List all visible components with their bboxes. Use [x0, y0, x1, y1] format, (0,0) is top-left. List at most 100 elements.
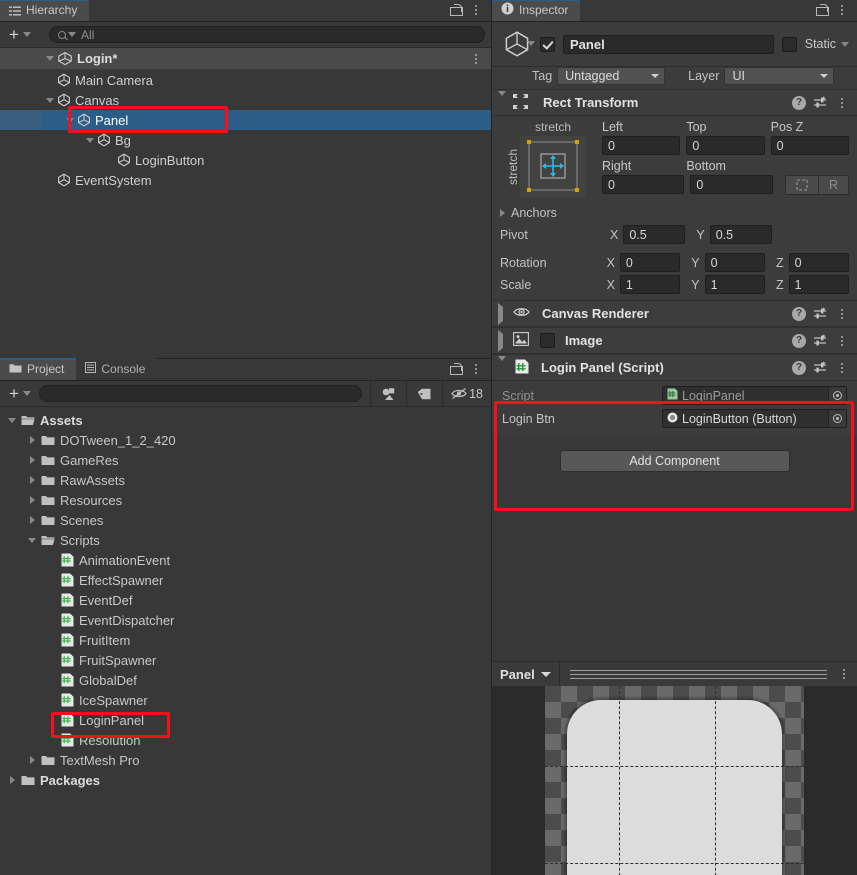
project-item-foldout-icon[interactable]	[26, 476, 38, 484]
scale-y-input[interactable]: 1	[704, 275, 765, 294]
project-hidden-packages-button[interactable]: 18	[442, 380, 491, 407]
search-filter-chevron-icon[interactable]	[67, 32, 76, 37]
help-icon[interactable]: ?	[792, 360, 806, 375]
scene-menu-icon[interactable]	[469, 51, 483, 67]
scale-x-input[interactable]: 1	[619, 275, 681, 294]
rect-transform-menu-icon[interactable]	[835, 95, 849, 111]
static-dropdown[interactable]: Static	[805, 37, 849, 51]
project-item-rawassets[interactable]: RawAssets	[0, 470, 491, 490]
project-search-box[interactable]	[38, 385, 363, 402]
hierarchy-item-foldout-icon[interactable]	[84, 137, 96, 143]
project-item-eventdef[interactable]: EventDef	[0, 590, 491, 610]
pivot-y-input[interactable]: 0.5	[709, 225, 772, 244]
posz-input[interactable]: 0	[770, 136, 849, 155]
help-icon[interactable]: ?	[792, 306, 806, 321]
lock-icon[interactable]	[450, 4, 463, 16]
anchor-preset-widget[interactable]	[520, 136, 586, 198]
project-item-foldout-icon[interactable]	[6, 776, 18, 784]
project-item-animationevent[interactable]: AnimationEvent	[0, 550, 491, 570]
project-item-scenes[interactable]: Scenes	[0, 510, 491, 530]
blueprint-mode-button[interactable]	[784, 175, 819, 195]
rotation-y-input[interactable]: 0	[704, 253, 765, 272]
project-item-textmesh-pro[interactable]: TextMesh Pro	[0, 750, 491, 770]
preview-drag-handle[interactable]	[560, 669, 837, 679]
project-item-gameres[interactable]: GameRes	[0, 450, 491, 470]
hierarchy-item-canvas[interactable]: Canvas	[0, 90, 491, 110]
project-item-effectspawner[interactable]: EffectSpawner	[0, 570, 491, 590]
presets-icon[interactable]	[813, 361, 828, 375]
canvas-renderer-header[interactable]: Canvas Renderer ?	[492, 300, 857, 327]
preview-menu-icon[interactable]	[837, 666, 851, 682]
login-btn-object-field[interactable]: LoginButton (Button)	[662, 409, 847, 428]
project-item-foldout-icon[interactable]	[26, 516, 38, 524]
hierarchy-item-main-camera[interactable]: Main Camera	[0, 70, 491, 90]
scale-z-input[interactable]: 1	[788, 275, 849, 294]
scene-row[interactable]: Login*	[0, 48, 491, 70]
preview-object-dropdown[interactable]: Panel	[492, 661, 560, 687]
help-icon[interactable]: ?	[792, 333, 806, 348]
project-item-icespawner[interactable]: IceSpawner	[0, 690, 491, 710]
top-input[interactable]: 0	[686, 136, 765, 155]
hierarchy-create-button[interactable]: +	[6, 26, 19, 43]
login-panel-foldout-icon[interactable]	[498, 355, 506, 375]
presets-icon[interactable]	[813, 334, 828, 348]
canvas-renderer-menu-icon[interactable]	[835, 306, 849, 322]
project-menu-icon[interactable]	[469, 361, 483, 377]
tab-console[interactable]: Console	[76, 358, 158, 380]
rect-transform-header[interactable]: Rect Transform ?	[492, 89, 857, 116]
scene-expand-icon[interactable]	[44, 56, 56, 61]
hierarchy-item-bg[interactable]: Bg	[0, 130, 491, 150]
tag-dropdown[interactable]: Untagged	[557, 67, 666, 85]
project-item-fruititem[interactable]: FruitItem	[0, 630, 491, 650]
hierarchy-item-panel[interactable]: Panel	[0, 110, 491, 130]
hierarchy-create-chevron-icon[interactable]	[22, 32, 31, 37]
project-item-foldout-icon[interactable]	[26, 456, 38, 464]
project-item-globaldef[interactable]: GlobalDef	[0, 670, 491, 690]
rect-transform-foldout-icon[interactable]	[498, 90, 506, 110]
project-item-foldout-icon[interactable]	[26, 537, 38, 543]
project-create-chevron-icon[interactable]	[22, 391, 31, 396]
project-item-resolution[interactable]: Resolution	[0, 730, 491, 750]
add-component-button[interactable]: Add Component	[559, 450, 790, 472]
project-item-scripts[interactable]: Scripts	[0, 530, 491, 550]
anchors-foldout-icon[interactable]	[500, 209, 505, 217]
project-create-button[interactable]: +	[6, 385, 19, 402]
image-header[interactable]: Image ?	[492, 327, 857, 354]
help-icon[interactable]: ?	[792, 95, 806, 110]
project-item-packages[interactable]: Packages	[0, 770, 491, 790]
canvas-renderer-foldout-icon[interactable]	[498, 302, 503, 325]
image-enabled-checkbox[interactable]	[540, 333, 555, 348]
hierarchy-item-eventsystem[interactable]: EventSystem	[0, 170, 491, 190]
image-menu-icon[interactable]	[835, 333, 849, 349]
login-panel-script-menu-icon[interactable]	[835, 360, 849, 376]
project-item-fruitspawner[interactable]: FruitSpawner	[0, 650, 491, 670]
presets-icon[interactable]	[813, 96, 828, 110]
right-input[interactable]: 0	[602, 175, 685, 194]
project-item-resources[interactable]: Resources	[0, 490, 491, 510]
hierarchy-item-foldout-icon[interactable]	[64, 117, 76, 123]
gameobject-enabled-checkbox[interactable]	[540, 36, 555, 52]
project-item-foldout-icon[interactable]	[26, 756, 38, 764]
project-search-input[interactable]	[52, 386, 354, 401]
hierarchy-item-loginbutton[interactable]: LoginButton	[0, 150, 491, 170]
tab-project[interactable]: Project	[0, 358, 77, 380]
lock-icon[interactable]	[450, 363, 463, 375]
project-filter-by-label-button[interactable]	[406, 380, 442, 407]
gameobject-icon-chevron-icon[interactable]	[527, 41, 535, 60]
layer-dropdown[interactable]: UI	[724, 67, 835, 85]
raw-edit-button[interactable]: R	[818, 175, 849, 195]
project-item-assets[interactable]: Assets	[0, 410, 491, 430]
tab-inspector[interactable]: Inspector	[492, 0, 581, 21]
inspector-menu-icon[interactable]	[835, 2, 849, 18]
tab-hierarchy[interactable]: Hierarchy	[0, 0, 90, 21]
hierarchy-search-input[interactable]	[80, 27, 476, 42]
project-item-foldout-icon[interactable]	[6, 417, 18, 423]
hierarchy-search-box[interactable]	[48, 26, 485, 43]
project-item-eventdispatcher[interactable]: EventDispatcher	[0, 610, 491, 630]
hierarchy-item-foldout-icon[interactable]	[44, 97, 56, 103]
bottom-input[interactable]: 0	[690, 175, 773, 194]
login-panel-script-header[interactable]: Login Panel (Script) ?	[492, 354, 857, 381]
project-tree[interactable]: Assets DOTween_1_2_420 GameRes RawAssets Res…	[0, 407, 491, 875]
project-item-loginpanel[interactable]: LoginPanel	[0, 710, 491, 730]
image-foldout-icon[interactable]	[498, 329, 503, 352]
